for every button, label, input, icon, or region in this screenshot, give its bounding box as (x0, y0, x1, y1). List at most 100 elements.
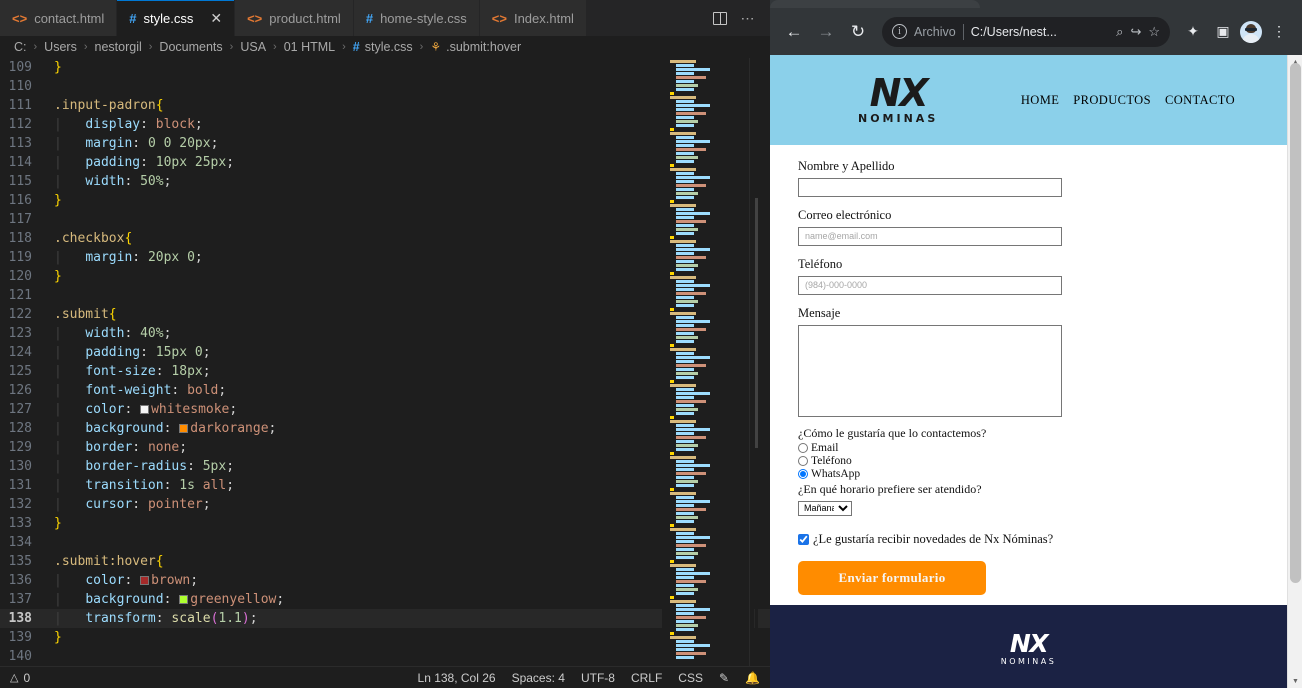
minimap-line (676, 624, 698, 627)
code-line[interactable]: 134 (0, 533, 770, 552)
code-line[interactable]: 131 | transition: 1s all; (0, 476, 770, 495)
encoding[interactable]: UTF-8 (581, 671, 615, 685)
tab-home-style-css[interactable]: # home-style.css (353, 0, 480, 36)
code-line[interactable]: 115 | width: 50%; (0, 172, 770, 191)
split-editor-icon[interactable] (712, 11, 727, 25)
code-line[interactable]: 120} (0, 267, 770, 286)
code-line[interactable]: 121 (0, 286, 770, 305)
page-scrollbar[interactable]: ▲ ▼ (1287, 55, 1302, 688)
code-line[interactable]: 119 | margin: 20px 0; (0, 248, 770, 267)
nav-link-home[interactable]: HOME (1021, 93, 1059, 108)
minimap-line (676, 156, 698, 159)
page-scrollbar-thumb[interactable] (1290, 63, 1301, 583)
browser-menu-icon[interactable]: ⋮ (1266, 23, 1292, 40)
minimap-line (676, 360, 694, 363)
breadcrumb-item[interactable]: style.css (365, 40, 413, 54)
code-line[interactable]: 110 (0, 77, 770, 96)
breadcrumb-item[interactable]: nestorgil (95, 40, 142, 54)
code-line[interactable]: 123 | width: 40%; (0, 324, 770, 343)
radio-option-email[interactable]: Email (798, 442, 1259, 454)
problems-count[interactable]: 0 (23, 671, 30, 685)
url-text[interactable]: C:/Users/nest... (971, 25, 1109, 39)
label-nombre: Nombre y Apellido (798, 159, 895, 173)
code-line[interactable]: 112 | display: block; (0, 115, 770, 134)
breadcrumb-item[interactable]: .submit:hover (446, 40, 521, 54)
submit-button[interactable]: Enviar formulario (798, 561, 986, 595)
scroll-down-arrow[interactable]: ▼ (1288, 674, 1302, 688)
minimap-slider[interactable] (749, 58, 750, 666)
code-line[interactable]: 132 | cursor: pointer; (0, 495, 770, 514)
code-line[interactable]: 122 .submit{ (0, 305, 770, 324)
nav-link-productos[interactable]: PRODUCTOS (1073, 93, 1151, 108)
editor-scrollbar-thumb[interactable] (755, 198, 758, 448)
tab-product-html[interactable]: <> product.html (235, 0, 354, 36)
code-line[interactable]: 137 | background: greenyellow; (0, 590, 770, 609)
code-line[interactable]: 111 .input-padron{ (0, 96, 770, 115)
bell-icon[interactable]: 🔔 (745, 671, 760, 685)
telefono-input[interactable] (798, 276, 1062, 295)
editor-minimap[interactable] (662, 58, 754, 666)
language-mode[interactable]: CSS (678, 671, 703, 685)
address-bar[interactable]: i Archivo C:/Users/nest... ⌕ ↪ ☆ (882, 16, 1170, 47)
nav-link-contacto[interactable]: CONTACTO (1165, 93, 1235, 108)
extensions-icon[interactable]: ✦ (1180, 23, 1206, 40)
code-line[interactable]: 135 .submit:hover{ (0, 552, 770, 571)
radio-email[interactable] (798, 443, 808, 453)
breadcrumb-item[interactable]: Users (44, 40, 77, 54)
code-line[interactable]: 117 (0, 210, 770, 229)
site-logo[interactable]: NX NOMINAS (858, 74, 938, 125)
breadcrumb-item[interactable]: USA (240, 40, 266, 54)
reload-icon[interactable]: ↻ (844, 18, 872, 46)
code-line[interactable]: 114 | padding: 10px 25px; (0, 153, 770, 172)
code-line[interactable]: 138 | transform: scale(1.1); (0, 609, 770, 628)
tab-index-html[interactable]: <> Index.html (479, 0, 587, 36)
code-line[interactable]: 139} (0, 628, 770, 647)
code-line[interactable]: 116} (0, 191, 770, 210)
code-editor[interactable]: 109} 110 111 .input-padron{112 | display: bl… (0, 58, 770, 666)
info-icon[interactable]: i (892, 24, 907, 39)
code-line[interactable]: 127 | color: whitesmoke; (0, 400, 770, 419)
radio-telefono[interactable] (798, 456, 808, 466)
avatar[interactable] (1240, 20, 1262, 43)
mensaje-textarea[interactable] (798, 325, 1062, 417)
minimap-line (670, 528, 696, 531)
code-line[interactable]: 136 | color: brown; (0, 571, 770, 590)
warning-icon[interactable]: △ (10, 671, 18, 684)
horario-select[interactable]: MañanaTardeNoche (798, 500, 852, 516)
code-line[interactable]: 118 .checkbox{ (0, 229, 770, 248)
code-line[interactable]: 140 (0, 647, 770, 666)
newsletter-checkbox[interactable] (798, 534, 809, 545)
code-line[interactable]: 109} (0, 58, 770, 77)
code-line[interactable]: 129 | border: none; (0, 438, 770, 457)
more-actions-icon[interactable]: ⋯ (741, 10, 757, 27)
tab-style-css[interactable]: # style.css ✕ (117, 0, 236, 36)
newsletter-row[interactable]: ¿Le gustaría recibir novedades de Nx Nóm… (798, 532, 1259, 547)
side-panel-icon[interactable]: ▣ (1210, 23, 1236, 40)
code-line[interactable]: 125 | font-size: 18px; (0, 362, 770, 381)
breadcrumb-item[interactable]: Documents (159, 40, 222, 54)
line-ending[interactable]: CRLF (631, 671, 662, 685)
code-line[interactable]: 113 | margin: 0 0 20px; (0, 134, 770, 153)
correo-input[interactable] (798, 227, 1062, 246)
code-line[interactable]: 133} (0, 514, 770, 533)
breadcrumb-item[interactable]: 01 HTML (284, 40, 335, 54)
code-line[interactable]: 128 | background: darkorange; (0, 419, 770, 438)
share-icon[interactable]: ↪ (1130, 24, 1141, 40)
radio-option-telefono[interactable]: Teléfono (798, 455, 1259, 467)
code-line[interactable]: 124 | padding: 15px 0; (0, 343, 770, 362)
indentation[interactable]: Spaces: 4 (512, 671, 565, 685)
feedback-icon[interactable]: ✎ (719, 671, 729, 685)
bookmark-star-icon[interactable]: ☆ (1148, 24, 1160, 40)
tab-contact-html[interactable]: <> contact.html (0, 0, 118, 36)
search-icon[interactable]: ⌕ (1116, 24, 1123, 40)
forward-icon[interactable]: → (812, 18, 840, 46)
radio-whatsapp[interactable] (798, 469, 808, 479)
nombre-input[interactable] (798, 178, 1062, 197)
back-icon[interactable]: ← (780, 18, 808, 46)
code-line[interactable]: 130 | border-radius: 5px; (0, 457, 770, 476)
radio-option-whatsapp[interactable]: WhatsApp (798, 468, 1259, 480)
breadcrumb-item[interactable]: C: (14, 40, 27, 54)
code-line[interactable]: 126 | font-weight: bold; (0, 381, 770, 400)
cursor-position[interactable]: Ln 138, Col 26 (418, 671, 496, 685)
close-icon[interactable]: ✕ (210, 11, 222, 25)
